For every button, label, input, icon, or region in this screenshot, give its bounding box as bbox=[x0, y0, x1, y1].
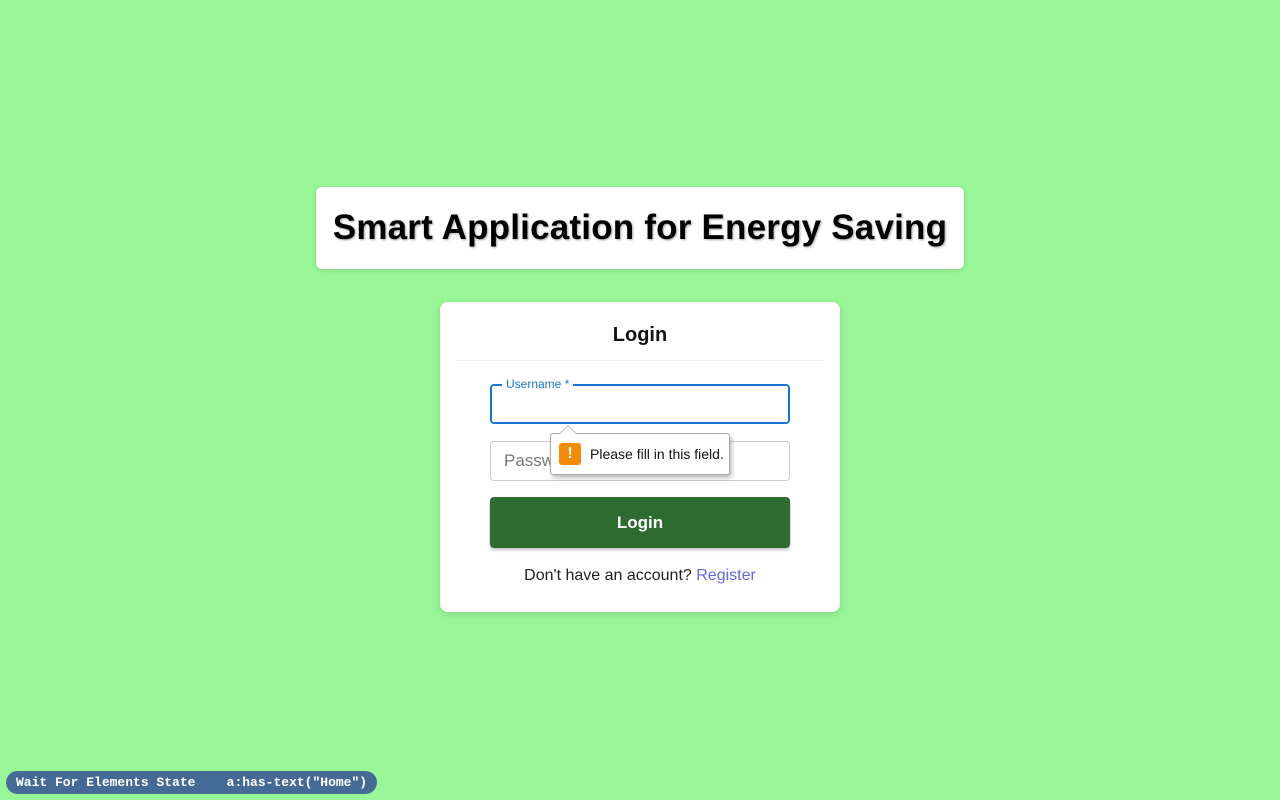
app-title-card: Smart Application for Energy Saving bbox=[316, 187, 964, 269]
app-title: Smart Application for Energy Saving bbox=[332, 208, 948, 247]
validation-tooltip: ! Please fill in this field. bbox=[550, 425, 730, 475]
username-label: Username * bbox=[502, 376, 574, 392]
validation-message: Please fill in this field. bbox=[590, 446, 724, 462]
automation-status-pill: Wait For Elements State a:has-text("Home… bbox=[6, 771, 378, 794]
status-selector: a:has-text("Home") bbox=[226, 775, 368, 790]
register-link[interactable]: Register bbox=[696, 567, 756, 584]
register-line: Don't have an account? Register bbox=[440, 567, 840, 585]
login-button[interactable]: Login bbox=[490, 497, 790, 548]
login-divider bbox=[456, 360, 824, 361]
register-prompt: Don't have an account? bbox=[524, 567, 692, 584]
tooltip-arrow bbox=[559, 425, 577, 434]
status-action: Wait For Elements State bbox=[16, 775, 196, 790]
warning-icon: ! bbox=[559, 443, 581, 465]
username-field: Username * bbox=[490, 376, 790, 424]
login-heading: Login bbox=[612, 324, 668, 346]
